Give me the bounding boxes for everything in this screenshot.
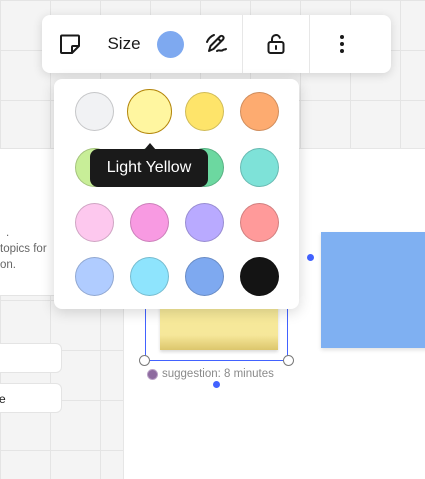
current-color-swatch [156,30,184,58]
color-swatch[interactable] [239,202,279,242]
side-input-field[interactable] [0,343,62,373]
lock-button[interactable] [243,15,309,73]
color-button[interactable] [150,15,190,73]
color-swatch[interactable] [239,256,279,296]
suggestion-label: suggestion: 8 minutes [147,368,274,380]
side-input-field[interactable]: e [0,383,62,413]
color-swatch[interactable] [126,88,172,134]
resize-handle-bottom-left[interactable] [139,355,150,366]
color-swatch[interactable] [184,256,224,296]
pen-button[interactable] [190,15,242,73]
more-options-button[interactable] [310,15,374,73]
side-card-text-line: on. [0,259,16,271]
sticky-note-icon [60,34,80,54]
unlock-icon [267,34,285,54]
sticky-note-button[interactable] [42,15,98,73]
color-swatch[interactable] [74,202,114,242]
connector-dot-bottom[interactable] [213,381,220,388]
pen-icon [206,34,227,52]
blue-sticky-note[interactable] [321,232,425,348]
side-card-text-line: . [6,227,10,239]
color-tooltip: Light Yellow [90,149,208,187]
connector-dot-right[interactable] [307,254,314,261]
color-swatch[interactable] [239,91,279,131]
color-swatch[interactable] [129,202,169,242]
color-swatch[interactable] [239,147,279,187]
color-swatch[interactable] [129,256,169,296]
resize-handle-bottom-right[interactable] [283,355,294,366]
color-swatch[interactable] [74,91,114,131]
context-toolbar: Size [42,15,391,73]
side-card-text-line: topics for [0,243,47,255]
suggestion-text: suggestion: 8 minutes [162,368,274,380]
side-input-text: e [0,392,6,406]
color-swatch[interactable] [184,202,224,242]
more-vertical-icon [340,35,344,53]
color-swatch[interactable] [184,91,224,131]
avatar [147,368,158,380]
color-swatch[interactable] [74,256,114,296]
size-button[interactable]: Size [98,15,150,73]
